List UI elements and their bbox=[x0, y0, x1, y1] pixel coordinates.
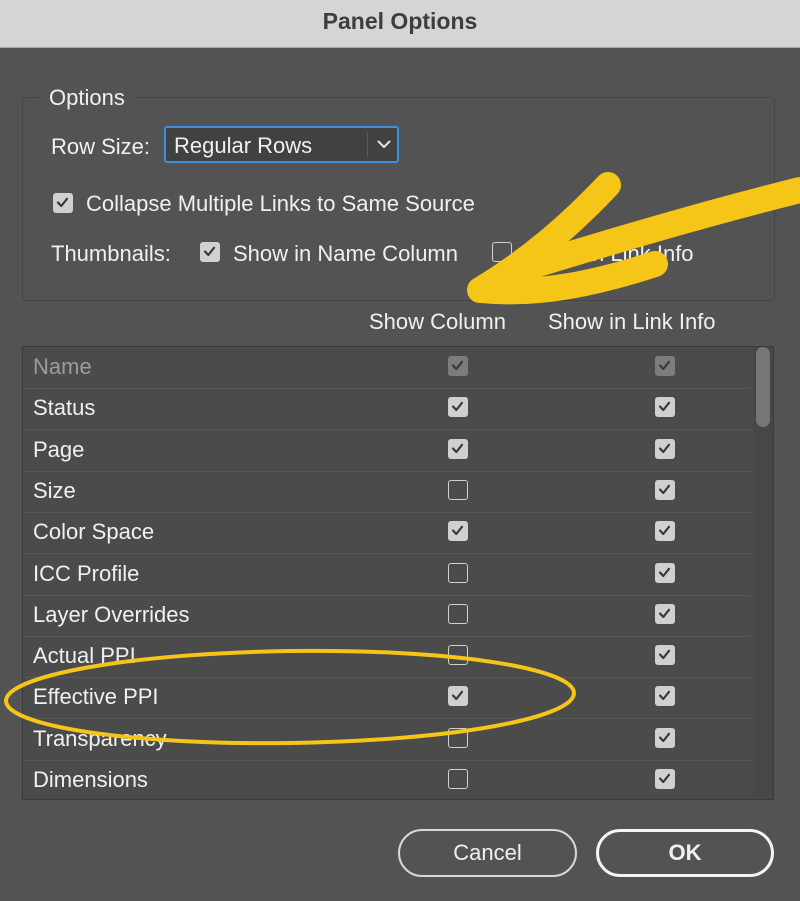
thumbnails-label: Thumbnails: bbox=[51, 241, 171, 266]
list-row-effective-ppi: Effective PPI bbox=[23, 677, 751, 720]
title-bar: Panel Options bbox=[0, 0, 800, 48]
checkmark-icon bbox=[658, 567, 671, 577]
list-row-label: Color Space bbox=[33, 519, 155, 545]
show-in-link-info-checkbox[interactable] bbox=[655, 645, 675, 666]
list-row-label: ICC Profile bbox=[33, 560, 140, 586]
list-scrollbar[interactable] bbox=[753, 347, 773, 799]
list-row-icc-profile: ICC Profile bbox=[23, 554, 751, 596]
list-row-status: Status bbox=[23, 388, 751, 431]
show-column-checkbox[interactable] bbox=[448, 603, 468, 624]
thumbnail-link-info-label: Show in Link Info bbox=[526, 241, 694, 266]
scrollbar-thumb[interactable] bbox=[756, 347, 770, 427]
show-column-checkbox[interactable] bbox=[448, 645, 468, 666]
show-column-checkbox[interactable] bbox=[448, 397, 468, 418]
list-row-size: Size bbox=[23, 471, 751, 513]
show-in-link-info-checkbox[interactable] bbox=[655, 438, 675, 459]
checkmark-icon bbox=[658, 732, 671, 742]
list-row-name: Name bbox=[23, 347, 751, 389]
show-in-link-info-checkbox bbox=[655, 356, 675, 376]
list-row-label: Dimensions bbox=[33, 767, 148, 792]
list-row-actual-ppi: Actual PPI bbox=[23, 636, 751, 679]
thumbnail-name-column-label: Show in Name Column bbox=[233, 241, 458, 266]
collapse-links-label: Collapse Multiple Links to Same Source bbox=[86, 191, 475, 216]
checkmark-icon bbox=[451, 525, 464, 536]
checkmark-icon bbox=[451, 360, 464, 371]
show-column-checkbox bbox=[448, 356, 468, 376]
checkmark-icon bbox=[451, 443, 464, 453]
collapse-links-checkbox[interactable] bbox=[53, 193, 73, 213]
show-in-link-info-checkbox[interactable] bbox=[655, 769, 675, 789]
list-row-page: Page bbox=[23, 430, 751, 472]
checkmark-icon bbox=[658, 773, 671, 784]
checkmark-icon bbox=[658, 443, 671, 453]
list-row-label: Transparency bbox=[33, 725, 167, 751]
show-column-checkbox[interactable] bbox=[448, 562, 468, 583]
list-row-label: Status bbox=[33, 395, 96, 421]
checkmark-icon bbox=[56, 197, 69, 208]
show-column-checkbox[interactable] bbox=[448, 479, 468, 500]
chevron-down-icon bbox=[377, 140, 391, 149]
show-in-link-info-checkbox[interactable] bbox=[655, 562, 675, 583]
show-in-link-info-checkbox[interactable] bbox=[655, 727, 675, 748]
dropdown-divider bbox=[367, 132, 368, 157]
show-in-link-info-header: Show in Link Info bbox=[548, 309, 716, 334]
checkmark-icon bbox=[203, 246, 216, 257]
dialog-title: Panel Options bbox=[322, 8, 478, 34]
show-column-checkbox[interactable] bbox=[448, 727, 468, 748]
checkmark-icon bbox=[658, 484, 671, 494]
list-row-transparency: Transparency bbox=[23, 719, 751, 761]
show-in-link-info-checkbox[interactable] bbox=[655, 397, 675, 418]
checkmark-icon bbox=[451, 691, 464, 701]
checkmark-icon bbox=[451, 401, 464, 412]
list-row-label: Actual PPI bbox=[33, 643, 136, 669]
row-size-value: Regular Rows bbox=[174, 133, 313, 158]
checkmark-icon bbox=[658, 525, 671, 536]
checkmark-icon bbox=[658, 691, 671, 701]
ok-button[interactable]: OK bbox=[596, 829, 774, 877]
show-column-checkbox[interactable] bbox=[448, 438, 468, 459]
thumbnail-link-info-checkbox[interactable] bbox=[492, 242, 512, 262]
checkmark-icon bbox=[658, 608, 671, 618]
checkmark-icon bbox=[658, 649, 671, 660]
show-in-link-info-checkbox[interactable] bbox=[655, 521, 675, 542]
show-column-checkbox[interactable] bbox=[448, 686, 468, 707]
list-row-dimensions: Dimensions bbox=[23, 760, 751, 799]
cancel-button[interactable]: Cancel bbox=[398, 829, 577, 877]
list-row-color-space: Color Space bbox=[23, 512, 751, 555]
thumbnail-name-column-checkbox[interactable] bbox=[200, 242, 220, 262]
list-row-layer-overrides: Layer Overrides bbox=[23, 595, 751, 637]
list-row-label: Effective PPI bbox=[33, 684, 159, 710]
options-group-legend: Options bbox=[40, 85, 134, 111]
show-column-checkbox[interactable] bbox=[448, 521, 468, 542]
list-row-label: Name bbox=[33, 354, 92, 379]
show-in-link-info-checkbox[interactable] bbox=[655, 686, 675, 707]
show-column-checkbox[interactable] bbox=[448, 769, 468, 789]
list-row-label: Page bbox=[33, 436, 85, 462]
show-column-header: Show Column bbox=[369, 309, 506, 334]
checkmark-icon bbox=[658, 360, 671, 371]
show-in-link-info-checkbox[interactable] bbox=[655, 603, 675, 624]
column-options-list: Name Status Page Size Color Space ICC Profile… bbox=[22, 346, 774, 800]
show-in-link-info-checkbox[interactable] bbox=[655, 479, 675, 500]
row-size-dropdown[interactable]: Regular Rows bbox=[164, 126, 399, 163]
row-size-label: Row Size: bbox=[51, 134, 151, 159]
checkmark-icon bbox=[658, 401, 671, 412]
list-row-label: Layer Overrides bbox=[33, 601, 190, 627]
list-row-label: Size bbox=[33, 477, 76, 503]
